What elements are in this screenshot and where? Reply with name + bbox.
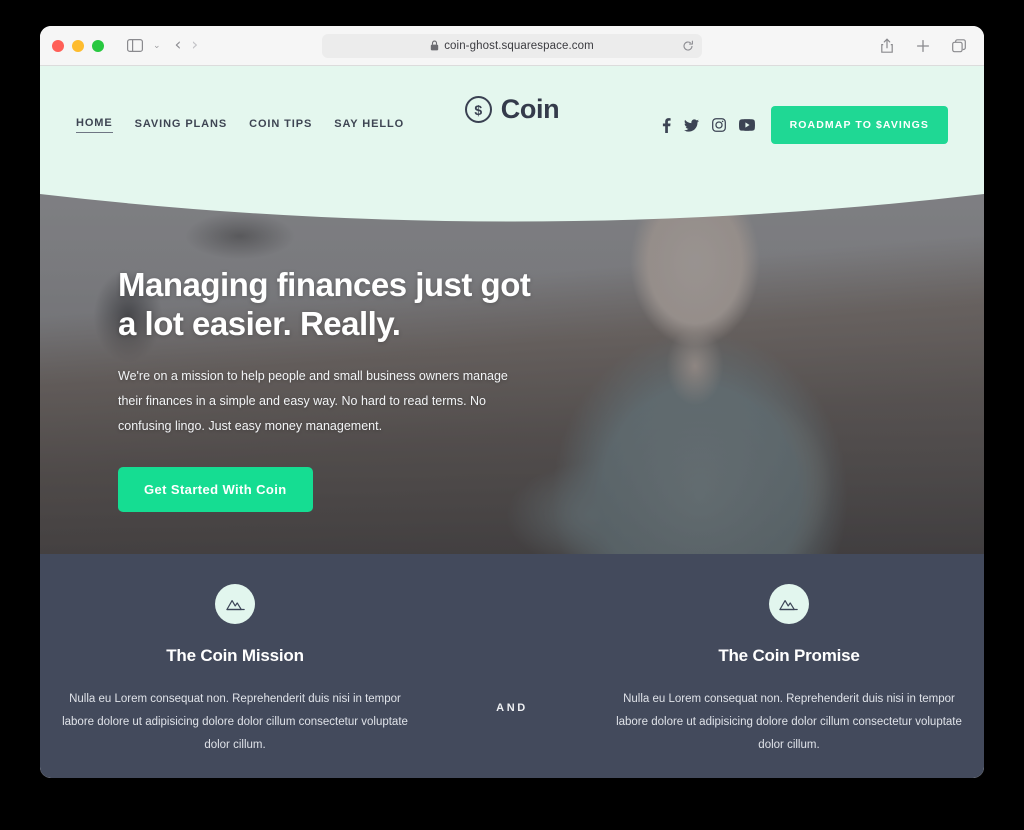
reload-icon[interactable] xyxy=(682,40,694,52)
close-window-button[interactable] xyxy=(52,39,64,52)
roadmap-to-savings-button[interactable]: ROADMAP TO $AVINGS xyxy=(770,106,948,144)
back-button[interactable]: ‹ xyxy=(175,37,182,54)
hero-subtitle: We're on a mission to help people and sm… xyxy=(118,368,508,433)
plus-icon[interactable] xyxy=(910,33,936,59)
instagram-icon[interactable] xyxy=(711,118,726,132)
nav-item-coin-tips[interactable]: COIN TIPS xyxy=(249,118,312,133)
header-content: HOME SAVING PLANS COIN TIPS SAY HELLO RO… xyxy=(40,66,984,184)
value-column-promise: The Coin Promise Nulla eu Lorem consequa… xyxy=(594,584,984,757)
values-section: The Coin Mission Nulla eu Lorem consequa… xyxy=(40,554,984,778)
value-title-mission: The Coin Mission xyxy=(166,646,304,665)
toolbar-right-controls xyxy=(874,33,972,59)
nav-item-say-hello[interactable]: SAY HELLO xyxy=(334,118,404,133)
youtube-icon[interactable] xyxy=(738,119,755,131)
value-column-mission: The Coin Mission Nulla eu Lorem consequa… xyxy=(40,584,430,757)
social-links xyxy=(662,117,755,133)
share-icon[interactable] xyxy=(874,33,900,59)
and-divider: AND xyxy=(496,702,528,714)
page-viewport: HOME SAVING PLANS COIN TIPS SAY HELLO RO… xyxy=(40,66,984,778)
value-body-promise: Nulla eu Lorem consequat non. Reprehende… xyxy=(616,693,962,751)
mountains-icon xyxy=(215,584,255,624)
window-controls xyxy=(52,39,104,52)
minimize-window-button[interactable] xyxy=(72,39,84,52)
sidebar-icon[interactable] xyxy=(122,33,148,59)
nav-item-saving-plans[interactable]: SAVING PLANS xyxy=(135,118,228,133)
hero-content: Managing finances just got a lot easier.… xyxy=(118,266,548,512)
forward-button[interactable]: › xyxy=(191,37,198,54)
tab-overview-icon[interactable] xyxy=(946,33,972,59)
lock-icon xyxy=(430,40,439,51)
browser-toolbar: ⌄ ‹ › coin-ghost.squarespace.com xyxy=(40,26,984,66)
value-body-mission: Nulla eu Lorem consequat non. Reprehende… xyxy=(62,693,408,751)
browser-window: ⌄ ‹ › coin-ghost.squarespace.com HOME SA… xyxy=(40,26,984,778)
desktop-backdrop: ⌄ ‹ › coin-ghost.squarespace.com HOME SA… xyxy=(0,0,1024,830)
twitter-icon[interactable] xyxy=(683,118,699,132)
site-header: HOME SAVING PLANS COIN TIPS SAY HELLO RO… xyxy=(40,66,984,226)
hero-title: Managing finances just got a lot easier.… xyxy=(118,266,531,342)
value-title-promise: The Coin Promise xyxy=(718,646,860,665)
main-navigation: HOME SAVING PLANS COIN TIPS SAY HELLO xyxy=(76,117,404,133)
header-right-group: ROADMAP TO $AVINGS xyxy=(662,106,948,144)
sidebar-controls: ⌄ xyxy=(122,33,161,59)
address-bar[interactable]: coin-ghost.squarespace.com xyxy=(322,33,702,58)
chevron-down-icon[interactable]: ⌄ xyxy=(153,40,161,51)
navigation-arrows: ‹ › xyxy=(175,37,199,54)
url-text: coin-ghost.squarespace.com xyxy=(444,39,594,52)
mountains-icon xyxy=(768,584,809,624)
nav-item-home[interactable]: HOME xyxy=(76,117,113,133)
zoom-window-button[interactable] xyxy=(92,39,104,52)
facebook-icon[interactable] xyxy=(662,117,671,133)
get-started-button[interactable]: Get Started With Coin xyxy=(118,466,313,512)
